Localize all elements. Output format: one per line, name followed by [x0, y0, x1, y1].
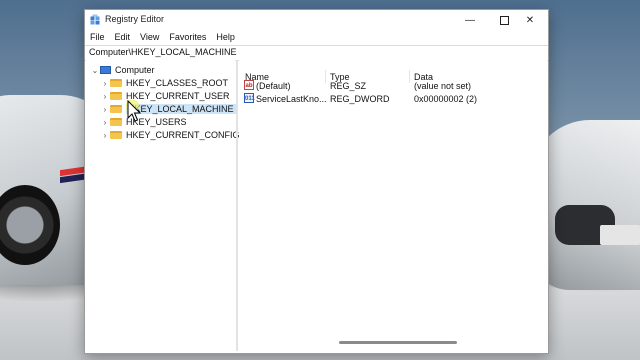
address-path[interactable]: Computer\HKEY_LOCAL_MACHINE [89, 47, 237, 57]
address-bar[interactable]: Computer\HKEY_LOCAL_MACHINE [85, 45, 548, 61]
menu-favorites[interactable]: Favorites [164, 30, 211, 45]
value-data: (value not set) [414, 81, 472, 91]
menu-bar: File Edit View Favorites Help [85, 30, 548, 45]
key-tree-pane: ⌄ Computer › HKEY_CLASSES_ROOT › HKEY_CU… [86, 60, 240, 351]
tree-item-hkey-local-machine[interactable]: › HKEY_LOCAL_MACHINE [100, 103, 236, 115]
menu-file[interactable]: File [85, 30, 110, 45]
chevron-right-icon[interactable]: › [100, 105, 110, 114]
close-button[interactable]: ✕ [513, 11, 547, 29]
close-icon: ✕ [525, 14, 535, 26]
value-name: (Default) [256, 81, 291, 91]
menu-help[interactable]: Help [211, 30, 240, 45]
chevron-down-icon[interactable]: ⌄ [90, 66, 100, 75]
column-divider[interactable] [325, 70, 326, 83]
maximize-icon [499, 15, 509, 25]
horizontal-scrollbar[interactable] [339, 341, 457, 344]
value-data: 0x00000002 (2) [414, 94, 478, 104]
chevron-right-icon[interactable]: › [100, 92, 110, 101]
tree-item-label: Computer [115, 65, 155, 75]
title-bar[interactable]: Registry Editor — ✕ [85, 10, 548, 30]
values-list-pane: Name Type Data ab (Default) REG_SZ (valu… [239, 60, 547, 351]
menu-view[interactable]: View [135, 30, 164, 45]
chevron-right-icon[interactable]: › [100, 131, 110, 140]
folder-icon [110, 118, 122, 126]
tree-item-label: HKEY_CLASSES_ROOT [126, 78, 229, 88]
column-divider[interactable] [409, 70, 410, 83]
value-type: REG_DWORD [330, 94, 390, 104]
minimize-button[interactable]: — [453, 11, 487, 29]
tree-item-hkey-current-user[interactable]: › HKEY_CURRENT_USER [100, 90, 230, 102]
chevron-right-icon[interactable]: › [100, 118, 110, 127]
string-value-icon: ab [244, 80, 254, 90]
binary-value-icon: 011 [244, 93, 255, 103]
tree-item-label: HKEY_LOCAL_MACHINE [126, 104, 236, 114]
folder-icon [110, 92, 122, 100]
value-name: ServiceLastKno... [256, 94, 327, 104]
window-title: Registry Editor [105, 14, 165, 24]
tree-item-label: HKEY_CURRENT_CONFIG [126, 130, 240, 140]
tree-item-hkey-users[interactable]: › HKEY_USERS [100, 116, 187, 128]
chevron-right-icon[interactable]: › [100, 79, 110, 88]
tree-item-hkey-current-config[interactable]: › HKEY_CURRENT_CONFIG [100, 129, 240, 141]
pane-splitter[interactable] [236, 60, 238, 351]
registry-editor-window: Registry Editor — ✕ File Edit View Favor… [84, 9, 549, 354]
folder-icon [110, 131, 122, 139]
tree-item-computer[interactable]: ⌄ Computer [90, 64, 155, 76]
wallpaper-plate [600, 225, 640, 245]
value-type: REG_SZ [330, 81, 367, 91]
folder-icon [110, 79, 122, 87]
tree-item-hkey-classes-root[interactable]: › HKEY_CLASSES_ROOT [100, 77, 228, 89]
folder-icon [110, 105, 122, 113]
mouse-pointer-icon [126, 100, 142, 122]
computer-icon [100, 66, 111, 74]
registry-editor-icon [90, 14, 100, 25]
minimize-icon: — [465, 14, 475, 26]
menu-edit[interactable]: Edit [110, 30, 136, 45]
